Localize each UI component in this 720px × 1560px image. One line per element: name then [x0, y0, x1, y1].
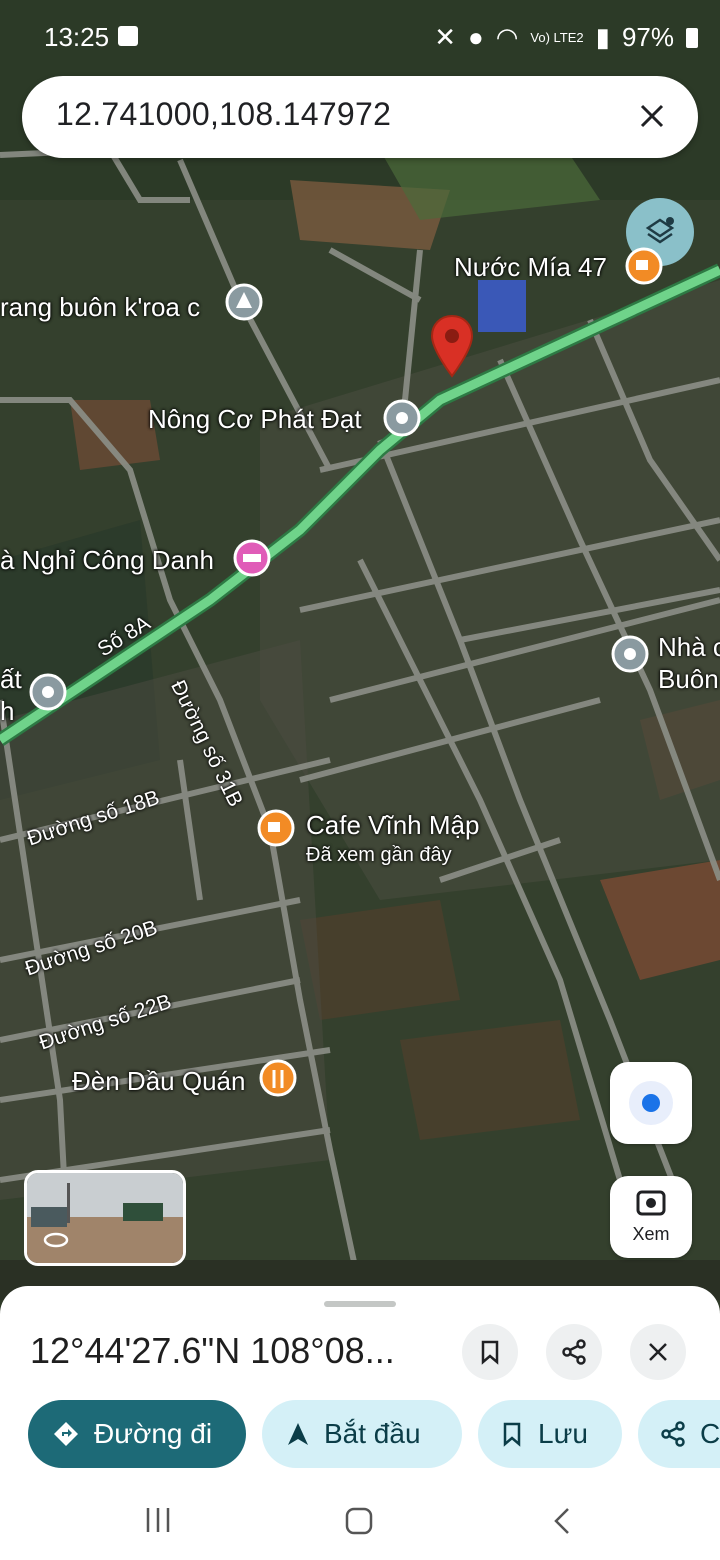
navigation-arrow-icon	[288, 1423, 308, 1445]
search-bar[interactable]: 12.741000,108.147972	[22, 76, 698, 158]
restaurant-icon[interactable]	[256, 1058, 300, 1102]
search-query[interactable]: 12.741000,108.147972	[56, 96, 391, 133]
place-marker-icon[interactable]	[380, 398, 424, 442]
hotel-icon[interactable]	[230, 538, 274, 582]
system-nav-bar	[0, 1478, 720, 1560]
poi-label-nuoc-mia[interactable]: Nước Mía 47	[454, 252, 607, 283]
poi-sublabel-recently-viewed: Đã xem gần đây	[306, 844, 452, 866]
place-marker-icon[interactable]	[608, 634, 652, 678]
notification-icon	[118, 26, 138, 46]
drag-handle[interactable]	[324, 1301, 396, 1307]
poi-label-nha-right-1[interactable]: Nhà c	[658, 632, 720, 663]
lens-button[interactable]: Xem	[610, 1176, 692, 1258]
start-chip[interactable]: Bắt đầu	[262, 1400, 462, 1468]
poi-label-left-edge-2[interactable]: h	[0, 696, 14, 727]
poi-label-cafe[interactable]: Cafe Vĩnh Mập	[306, 810, 479, 841]
rotate-360-icon	[43, 1232, 69, 1248]
dropped-pin-icon[interactable]	[430, 314, 474, 378]
share-round-button[interactable]	[546, 1324, 602, 1380]
park-icon[interactable]	[222, 282, 266, 326]
poi-label-nong-co[interactable]: Nông Cơ Phát Đạt	[148, 404, 362, 435]
directions-chip-label: Đường đi	[94, 1418, 213, 1449]
share-chip-label: C	[700, 1418, 720, 1449]
poi-label-nha-nghi[interactable]: à Nghỉ Công Danh	[0, 545, 214, 576]
network-label: Vo) LTE2	[530, 30, 584, 45]
my-location-icon	[629, 1081, 673, 1125]
clear-search-button[interactable]	[628, 92, 676, 140]
bookmark-icon	[503, 1422, 521, 1447]
save-chip[interactable]: Lưu	[478, 1400, 622, 1468]
battery-icon	[686, 27, 698, 48]
status-time: 13:25	[44, 22, 110, 52]
poi-label-left-edge-1[interactable]: ất	[0, 664, 22, 695]
camera-lens-icon	[636, 1190, 666, 1216]
close-icon	[649, 1343, 667, 1361]
start-chip-label: Bắt đầu	[324, 1418, 421, 1449]
mute-icon: ✕	[434, 22, 456, 52]
place-title: 12°44'27.6"N 108°08...	[30, 1330, 395, 1371]
share-icon	[661, 1421, 685, 1447]
save-chip-label: Lưu	[538, 1418, 588, 1449]
wifi-icon: ◠	[495, 22, 519, 52]
directions-icon	[54, 1422, 78, 1446]
location-icon: ●	[468, 22, 484, 52]
home-icon[interactable]	[344, 1506, 374, 1536]
share-icon	[562, 1339, 586, 1365]
cafe-icon[interactable]	[622, 246, 666, 290]
close-sheet-button[interactable]	[630, 1324, 686, 1380]
poi-label-nha-right-2[interactable]: Buôn	[658, 664, 719, 695]
directions-chip[interactable]: Đường đi	[28, 1400, 246, 1468]
save-round-button[interactable]	[462, 1324, 518, 1380]
lens-label: Xem	[632, 1224, 670, 1244]
bookmark-icon	[481, 1340, 499, 1365]
street-view-thumbnail[interactable]	[24, 1170, 186, 1266]
layers-icon	[645, 217, 675, 244]
share-chip[interactable]: C	[638, 1400, 720, 1468]
poi-label-trang-buon[interactable]: rang buôn k'roa c	[0, 292, 200, 323]
cafe-icon[interactable]	[254, 808, 298, 852]
recent-apps-icon[interactable]	[144, 1506, 172, 1534]
place-marker-icon[interactable]	[26, 672, 70, 716]
back-icon[interactable]	[550, 1506, 574, 1536]
action-chips: Đường đi Bắt đầu Lưu C	[28, 1400, 720, 1470]
poi-label-den-dau[interactable]: Đèn Dầu Quán	[72, 1066, 245, 1097]
status-bar: 13:25 ✕ ● ◠ Vo) LTE2 ▮ 97%	[0, 0, 720, 76]
status-icons: ✕ ● ◠ Vo) LTE2 ▮ 97%	[434, 22, 698, 53]
signal-icon: ▮	[595, 22, 610, 52]
my-location-button[interactable]	[610, 1062, 692, 1144]
battery-percent: 97%	[621, 22, 674, 52]
close-icon	[640, 104, 664, 128]
